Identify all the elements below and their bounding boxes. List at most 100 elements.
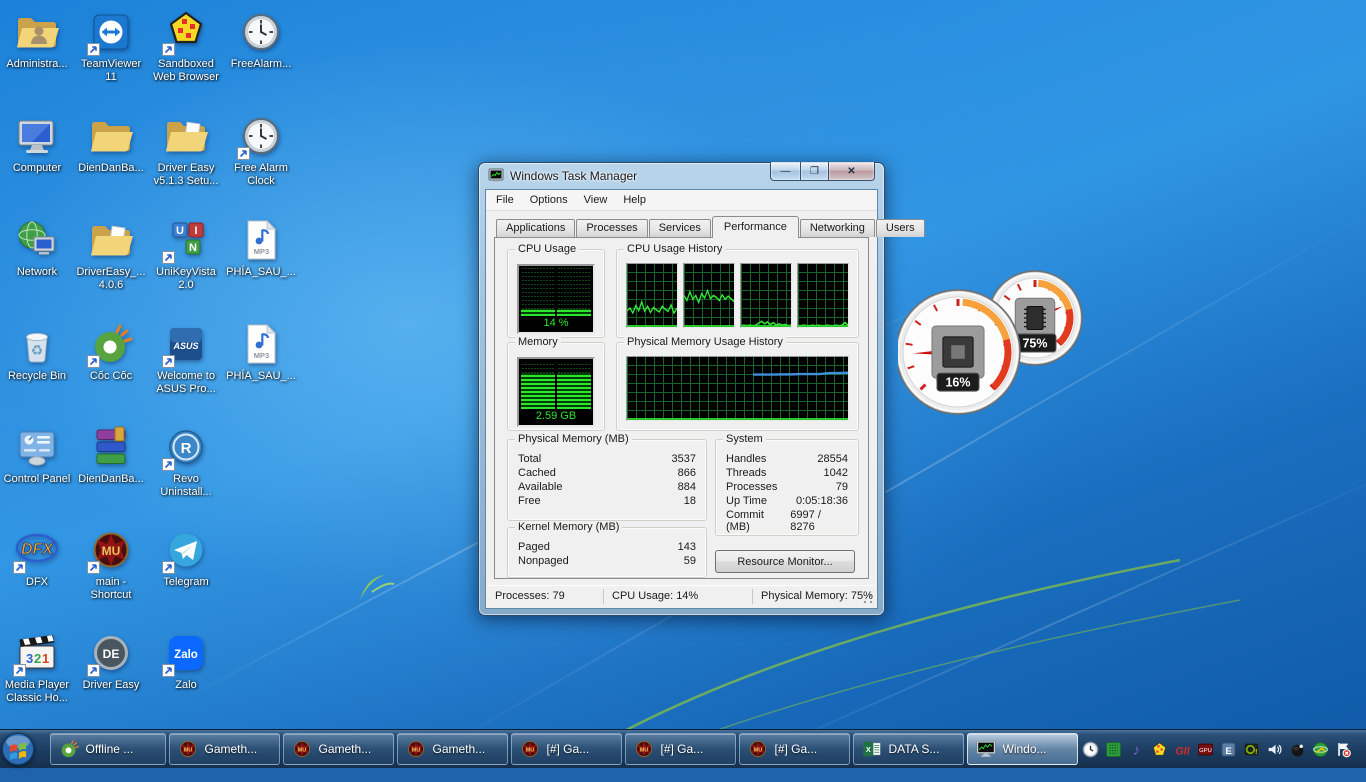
taskbar-button-label: Offline ... xyxy=(86,742,134,756)
desktop-icon-free-alarm-clock[interactable]: Free Alarm Clock xyxy=(225,112,297,188)
tab-users[interactable]: Users xyxy=(876,219,925,237)
stat-value: 59 xyxy=(684,555,696,567)
minimize-button[interactable]: — xyxy=(770,162,801,181)
e-app-icon[interactable]: E xyxy=(1220,741,1237,758)
taskbar-button-gameth[interactable]: MUGameth... xyxy=(397,733,508,765)
cpu-history-group: CPU Usage History xyxy=(616,249,859,338)
svg-text:♻: ♻ xyxy=(31,342,44,358)
desktop-icon-sandboxed-web-browser[interactable]: Sandboxed Web Browser xyxy=(150,8,222,84)
taskbar-button-ga[interactable]: MU[#] Ga... xyxy=(511,733,622,765)
desktop-icon-network[interactable]: Network xyxy=(1,216,73,279)
memory-group: Memory 2.59 GB xyxy=(507,342,605,431)
gpu-app-icon[interactable]: GPU xyxy=(1197,741,1214,758)
taskbar-button-label: [#] Ga... xyxy=(775,742,818,756)
tab-performance[interactable]: Performance xyxy=(712,216,799,238)
stat-label: Handles xyxy=(726,453,766,465)
cpu-usage-gauge[interactable]: 16% xyxy=(898,290,1020,414)
kernel-memory-group: Kernel Memory (MB) Paged143Nonpaged59 xyxy=(507,527,707,578)
taskbar-button-data-s[interactable]: XDATA S... xyxy=(853,733,964,765)
shortcut-arrow-icon xyxy=(162,664,175,677)
desktop-icon-revo-uninstall[interactable]: RRevo Uninstall... xyxy=(150,423,222,499)
sandboxie-icon[interactable] xyxy=(1151,741,1168,758)
taskbar-button-windo[interactable]: Windo... xyxy=(967,733,1078,765)
taskbar-button-offline[interactable]: Offline ... xyxy=(50,733,166,765)
desktop-icon-driver-easy[interactable]: DEDriver Easy xyxy=(75,629,147,692)
status-bar: Processes: 79CPU Usage: 14%Physical Memo… xyxy=(487,585,876,607)
physical-memory-row: Total3537 xyxy=(516,452,698,466)
desktop-icon-zalo[interactable]: ZaloZalo xyxy=(150,629,222,692)
svg-text:E: E xyxy=(1225,745,1231,756)
taskbar-button-gameth[interactable]: MUGameth... xyxy=(169,733,280,765)
desktop-icon-welcome-to-asus-pro[interactable]: ASUSWelcome to ASUS Pro... xyxy=(150,320,222,396)
cpu-history-graph-core-1 xyxy=(626,263,678,328)
desktop-icon-diendanba[interactable]: DienDanBa... xyxy=(75,112,147,175)
resize-grip[interactable] xyxy=(862,593,874,605)
action-center-flag-icon[interactable] xyxy=(1335,741,1352,758)
svg-text:GPU: GPU xyxy=(1199,748,1212,754)
tab-networking[interactable]: Networking xyxy=(800,219,875,237)
cpu-meter-gadget[interactable]: 75%16% xyxy=(898,268,1118,428)
desktop-icon-recycle-bin[interactable]: ♻Recycle Bin xyxy=(1,320,73,383)
menu-view[interactable]: View xyxy=(576,191,616,209)
desktop-icon-freealarm[interactable]: FreeAlarm... xyxy=(225,8,297,71)
resource-monitor-button[interactable]: Resource Monitor... xyxy=(715,550,855,573)
volume-icon[interactable] xyxy=(1266,741,1283,758)
menu-file[interactable]: File xyxy=(488,191,522,209)
svg-text:N: N xyxy=(189,242,197,254)
desktop-icon-administra[interactable]: Administra... xyxy=(1,8,73,71)
status-cell: Physical Memory: 75% xyxy=(753,589,876,604)
idm-globe-icon[interactable] xyxy=(1312,741,1329,758)
kernel-memory-label: Kernel Memory (MB) xyxy=(515,521,622,533)
excel-icon: X xyxy=(861,738,883,760)
desktop-icon-ph-a-sau[interactable]: MP3PHÍA_SAU_... xyxy=(225,320,297,383)
taskbar-button-ga[interactable]: MU[#] Ga... xyxy=(625,733,736,765)
desktop-icon-telegram[interactable]: Telegram xyxy=(150,526,222,589)
menu-options[interactable]: Options xyxy=(522,191,576,209)
status-cell: CPU Usage: 14% xyxy=(604,589,753,604)
desktop-icon-label: PHÍA_SAU_... xyxy=(225,370,297,383)
desktop-icon-drivereasy-4-0-6[interactable]: DriverEasy_... 4.0.6 xyxy=(75,216,147,292)
alarm-clock-icon[interactable] xyxy=(1082,741,1099,758)
desktop-icon-control-panel[interactable]: Control Panel xyxy=(1,423,73,486)
task-manager-icon xyxy=(488,168,504,184)
gii-app-icon[interactable]: GII xyxy=(1174,741,1191,758)
tab-applications[interactable]: Applications xyxy=(496,219,575,237)
desktop-icon-media-player-classic-ho[interactable]: 321Media Player Classic Ho... xyxy=(1,629,73,705)
desktop-icon-label: TeamViewer 11 xyxy=(75,58,147,84)
start-button[interactable] xyxy=(0,730,36,768)
black-dish-icon[interactable] xyxy=(1289,741,1306,758)
desktop-icon-driver-easy-v5-1-3-setu[interactable]: Driver Easy v5.1.3 Setu... xyxy=(150,112,222,188)
svg-text:MU: MU xyxy=(753,747,762,753)
desktop-icon-label: Telegram xyxy=(150,576,222,589)
desktop-icon-label: Network xyxy=(1,266,73,279)
window-title: Windows Task Manager xyxy=(510,169,637,183)
memory-history-graph xyxy=(626,356,849,421)
desktop-icon-teamviewer-11[interactable]: TeamViewer 11 xyxy=(75,8,147,84)
tab-services[interactable]: Services xyxy=(649,219,711,237)
desktop-icon-computer[interactable]: Computer xyxy=(1,112,73,175)
desktop-icon-c-c-c-c[interactable]: Cốc Cốc xyxy=(75,320,147,383)
taskbar-button-ga[interactable]: MU [#] Ga... xyxy=(739,733,850,765)
stat-value: 0:05:18:36 xyxy=(796,495,848,507)
svg-text:2: 2 xyxy=(34,651,41,666)
stat-value: 143 xyxy=(678,541,696,553)
close-button[interactable]: ✕ xyxy=(828,162,875,181)
desktop-icon-diendanba[interactable]: DienDanBa... xyxy=(75,423,147,486)
music-note-icon[interactable]: ♪ xyxy=(1128,741,1145,758)
stat-value: 866 xyxy=(678,467,696,479)
desktop-icon-ph-a-sau[interactable]: MP3PHÍA_SAU_... xyxy=(225,216,297,279)
desktop-icon-label: Computer xyxy=(1,162,73,175)
title-bar[interactable]: Windows Task Manager — ❐ ✕ xyxy=(479,163,884,189)
coccoc-icon xyxy=(58,738,80,760)
mu-icon: MU xyxy=(177,738,199,760)
desktop-icon-dfx[interactable]: DFXDFX xyxy=(1,526,73,589)
tab-processes[interactable]: Processes xyxy=(576,219,647,237)
maximize-button[interactable]: ❐ xyxy=(801,162,828,181)
desktop-icon-unikeyvista-2-0[interactable]: UINUniKeyVista 2.0 xyxy=(150,216,222,292)
menu-help[interactable]: Help xyxy=(615,191,654,209)
svg-text:MU: MU xyxy=(525,747,534,753)
taskbar-button-gameth[interactable]: MUGameth... xyxy=(283,733,394,765)
desktop-icon-main-shortcut[interactable]: MUmain - Shortcut xyxy=(75,526,147,602)
unikey-grid-icon[interactable] xyxy=(1105,741,1122,758)
nvidia-icon[interactable]: ! xyxy=(1243,741,1260,758)
